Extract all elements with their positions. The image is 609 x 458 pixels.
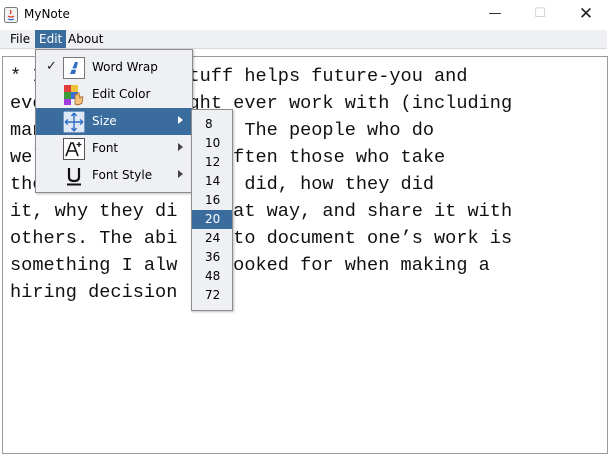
- edit-color-icon: [64, 85, 84, 106]
- editor-line: hiring decision: [10, 282, 178, 303]
- word-wrap-icon: [63, 57, 85, 79]
- maximize-button[interactable]: ☐: [517, 0, 563, 30]
- size-option[interactable]: 14: [192, 172, 232, 191]
- size-option[interactable]: 16: [192, 191, 232, 210]
- size-option-label: 24: [205, 231, 221, 245]
- editor-line: something I alw looked for when making a: [10, 255, 490, 276]
- editor-line: it, why they di that way, and share it w…: [10, 201, 513, 222]
- menu-about[interactable]: About: [64, 30, 107, 48]
- size-option[interactable]: 8: [192, 115, 232, 134]
- size-option-label: 16: [205, 193, 221, 207]
- title-bar: MyNote — ☐ ✕: [0, 0, 609, 30]
- size-option-selected[interactable]: 20: [192, 210, 232, 229]
- java-app-icon: [4, 7, 18, 23]
- menu-file[interactable]: File: [6, 30, 34, 48]
- submenu-arrow-icon: [178, 170, 183, 178]
- menu-item-edit-color[interactable]: Edit Color: [36, 81, 192, 108]
- menu-item-font[interactable]: Font: [36, 135, 192, 162]
- editor-line: others. The abi to document one’s work i…: [10, 228, 513, 249]
- menu-item-size[interactable]: Size: [36, 108, 192, 135]
- menu-item-label: Font Style: [92, 168, 153, 182]
- menu-edit[interactable]: Edit: [35, 30, 67, 48]
- size-option-label: 20: [205, 212, 221, 226]
- size-option-label: 36: [205, 250, 221, 264]
- size-submenu: 8 10 12 14 16 20 24 36 48 72: [191, 109, 233, 311]
- size-option-label: 12: [205, 155, 221, 169]
- size-option-label: 48: [205, 269, 221, 283]
- menu-bar: File Edit About: [0, 30, 607, 49]
- size-option[interactable]: 12: [192, 153, 232, 172]
- underline-icon: [67, 168, 81, 186]
- menu-item-label: Edit Color: [92, 87, 151, 101]
- font-icon: [63, 138, 85, 160]
- menu-item-label: Font: [92, 141, 119, 155]
- size-option[interactable]: 24: [192, 229, 232, 248]
- edit-menu-dropdown: ✓ Word Wrap Edit Color Size Font Font St…: [35, 49, 193, 193]
- minimize-button[interactable]: —: [472, 0, 518, 30]
- submenu-arrow-icon: [178, 143, 183, 151]
- size-option-label: 72: [205, 288, 221, 302]
- size-icon: [63, 111, 85, 133]
- menu-item-label: Size: [92, 114, 117, 128]
- menu-item-label: Word Wrap: [92, 60, 158, 74]
- size-option[interactable]: 10: [192, 134, 232, 153]
- size-option[interactable]: 48: [192, 267, 232, 286]
- close-button[interactable]: ✕: [563, 0, 609, 30]
- window-title: MyNote: [24, 7, 70, 21]
- size-option[interactable]: 72: [192, 286, 232, 305]
- size-option-label: 8: [205, 117, 213, 131]
- menu-item-word-wrap[interactable]: ✓ Word Wrap: [36, 54, 192, 81]
- size-option-label: 10: [205, 136, 221, 150]
- menu-item-font-style[interactable]: Font Style: [36, 162, 192, 189]
- submenu-arrow-icon: [178, 116, 183, 124]
- size-option[interactable]: 36: [192, 248, 232, 267]
- checkmark-icon: ✓: [46, 59, 57, 74]
- size-option-label: 14: [205, 174, 221, 188]
